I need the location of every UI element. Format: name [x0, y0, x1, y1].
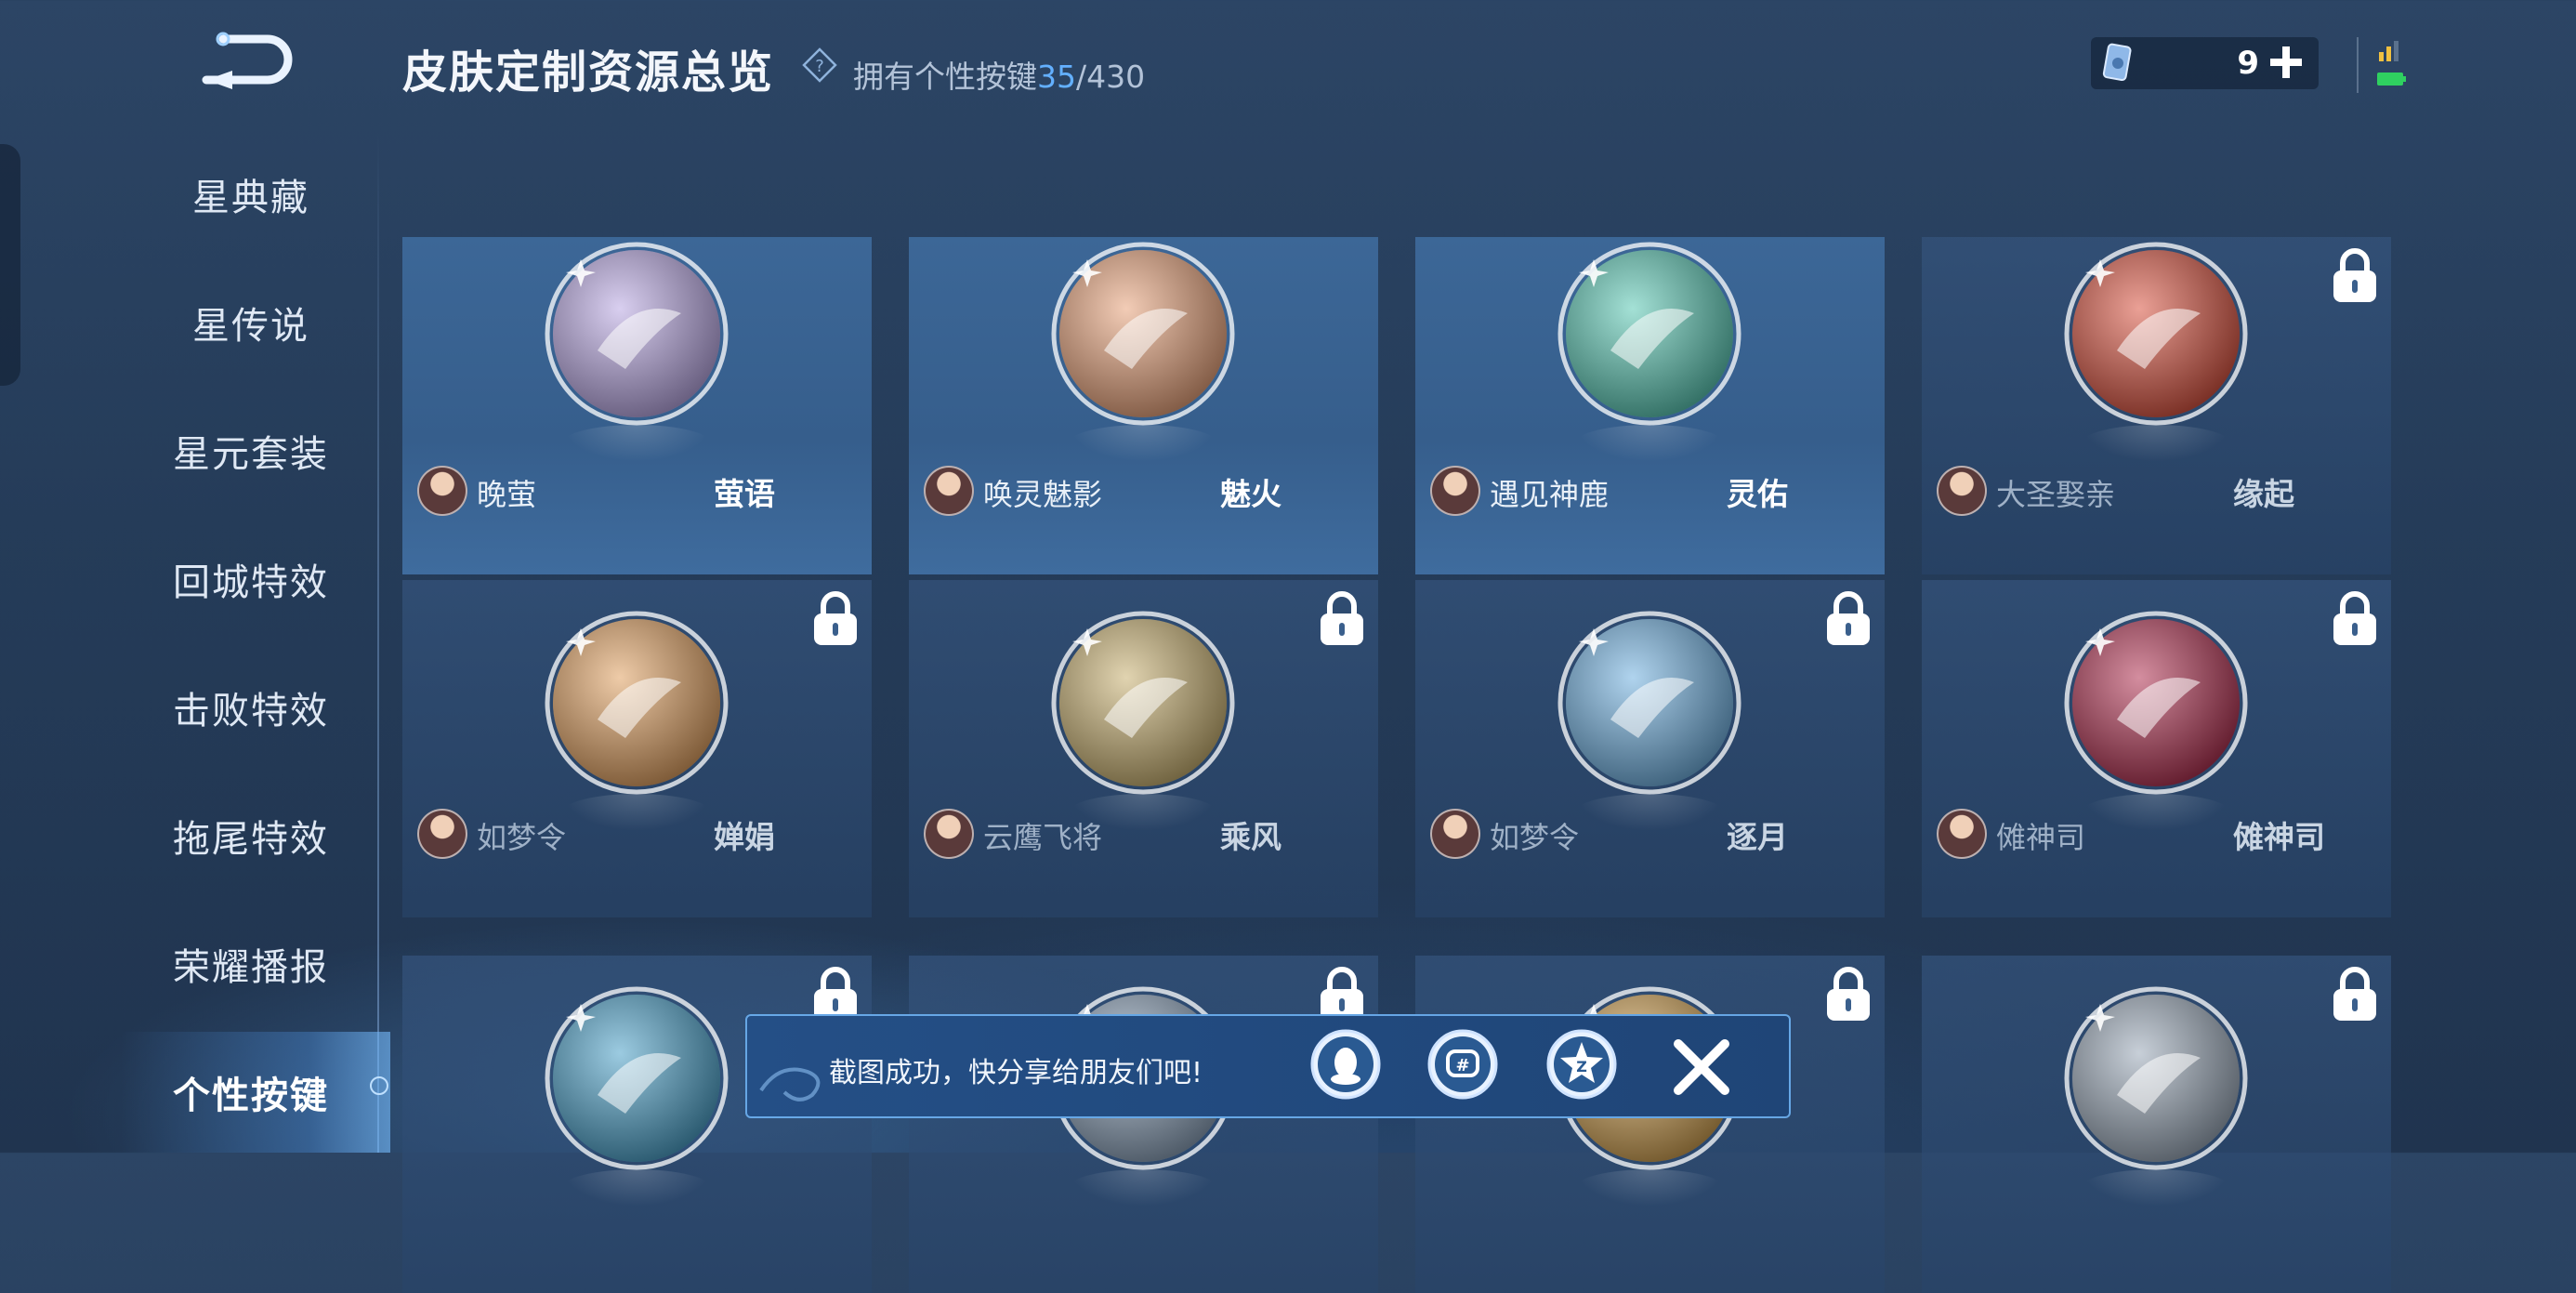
sidebar-item-star-suit[interactable]: 星元套装: [139, 424, 362, 478]
skin-name: 傩神司: [1996, 820, 2086, 855]
svg-text:Z: Z: [1576, 1058, 1587, 1075]
skin-button-card[interactable]: [909, 956, 1378, 1293]
button-emblem-icon: [1557, 611, 1741, 795]
svg-text:#: #: [1455, 1056, 1469, 1075]
emblem-reflection: [2082, 1169, 2230, 1207]
button-emblem-icon: [545, 986, 729, 1170]
svg-text:?: ?: [815, 57, 824, 76]
sidebar-item-trail-effect[interactable]: 拖尾特效: [139, 809, 362, 863]
sidebar-item-recall-effect[interactable]: 回城特效: [139, 552, 362, 606]
skin-button-card[interactable]: 如梦令 逐月: [1415, 580, 1885, 917]
emblem-reflection: [562, 425, 711, 462]
emblem-reflection: [562, 1169, 711, 1207]
hero-avatar: [1937, 466, 1987, 516]
sidebar-item-star-collection[interactable]: 星典藏: [139, 167, 362, 221]
skin-name: 大圣娶亲: [1996, 477, 2116, 512]
lock-icon: [1827, 967, 1870, 1021]
left-edge-tab[interactable]: [0, 144, 20, 386]
skin-button-card[interactable]: [1415, 956, 1885, 1293]
button-effect-name: 萤语: [714, 476, 775, 512]
back-button[interactable]: [195, 28, 307, 93]
add-currency-icon[interactable]: [2267, 43, 2306, 82]
button-effect-name: 灵佑: [1727, 476, 1788, 512]
skin-button-card[interactable]: [1922, 956, 2391, 1293]
skin-name: 如梦令: [1490, 820, 1580, 855]
wechat-share-icon[interactable]: #: [1426, 1027, 1500, 1102]
button-effect-name: 逐月: [1727, 819, 1788, 855]
sidebar-divider: [377, 130, 379, 1153]
toast-message: 截图成功，快分享给朋友们吧!: [829, 1057, 1203, 1089]
skin-name: 遇见神鹿: [1490, 477, 1610, 512]
lock-icon: [2333, 591, 2376, 645]
skin-name: 如梦令: [477, 820, 567, 855]
button-emblem-icon: [545, 242, 729, 426]
swirl-decoration-icon: [759, 1067, 821, 1102]
button-effect-name: 魅火: [1220, 476, 1281, 512]
signal-battery-icon: [2357, 37, 2406, 93]
currency-amount: 9: [2237, 45, 2259, 82]
sidebar-item-star-legend[interactable]: 星传说: [139, 296, 362, 350]
emblem-reflection: [1069, 1169, 1217, 1207]
page-title: 皮肤定制资源总览: [402, 46, 775, 99]
button-effect-name: 婵娟: [714, 819, 775, 855]
emblem-reflection: [1575, 425, 1724, 462]
button-effect-name: 乘风: [1220, 819, 1281, 855]
skin-name: 唤灵魅影: [983, 477, 1103, 512]
sidebar-item-glory-broadcast[interactable]: 荣耀播报: [139, 937, 362, 991]
share-toast: 截图成功，快分享给朋友们吧! # Z: [745, 1014, 1791, 1118]
button-emblem-icon: [1051, 611, 1235, 795]
lock-icon: [2333, 248, 2376, 302]
skin-button-card[interactable]: 大圣娶亲 缘起: [1922, 237, 2391, 574]
button-effect-name: 傩神司: [2233, 819, 2325, 855]
button-emblem-icon: [1051, 242, 1235, 426]
emblem-reflection: [2082, 794, 2230, 831]
lock-icon: [1827, 591, 1870, 645]
button-emblem-icon: [545, 611, 729, 795]
skin-name: 晚萤: [477, 477, 537, 512]
hero-avatar: [417, 809, 467, 859]
hero-avatar: [1430, 809, 1480, 859]
currency-panel: 9: [2091, 37, 2319, 89]
hero-avatar: [1937, 809, 1987, 859]
lock-icon: [814, 591, 857, 645]
owned-keys-counter: 拥有个性按键35/430: [853, 52, 1145, 97]
hero-avatar: [924, 466, 974, 516]
sidebar-item-defeat-effect[interactable]: 击败特效: [139, 680, 362, 734]
button-emblem-icon: [2064, 242, 2248, 426]
owned-label: 拥有个性按键: [853, 59, 1037, 95]
skin-button-card[interactable]: 唤灵魅影 魅火: [909, 237, 1378, 574]
button-emblem-icon: [2064, 611, 2248, 795]
skin-name: 云鹰飞将: [983, 820, 1103, 855]
skin-button-card[interactable]: 遇见神鹿 灵佑: [1415, 237, 1885, 574]
owned-total: /430: [1076, 59, 1146, 95]
button-emblem-icon: [1557, 242, 1741, 426]
button-effect-name: 缘起: [2233, 476, 2294, 512]
skin-button-card[interactable]: 如梦令 婵娟: [402, 580, 872, 917]
coupon-icon: [2102, 43, 2132, 82]
lock-icon: [2333, 967, 2376, 1021]
emblem-reflection: [2082, 425, 2230, 462]
button-emblem-icon: [2064, 986, 2248, 1170]
hero-avatar: [417, 466, 467, 516]
lock-icon: [1321, 591, 1363, 645]
back-arrow-icon: [202, 32, 293, 89]
qzone-share-icon[interactable]: Z: [1544, 1027, 1619, 1102]
sidebar-item-custom-buttons[interactable]: 个性按键: [139, 1065, 362, 1119]
owned-count: 35: [1037, 59, 1076, 95]
close-toast-icon[interactable]: [1667, 1033, 1736, 1102]
hero-avatar: [924, 809, 974, 859]
emblem-reflection: [1575, 794, 1724, 831]
help-icon[interactable]: ?: [801, 46, 838, 84]
emblem-reflection: [1069, 425, 1217, 462]
skin-button-card[interactable]: 云鹰飞将 乘风: [909, 580, 1378, 917]
emblem-reflection: [1575, 1169, 1724, 1207]
qq-share-icon[interactable]: [1308, 1027, 1383, 1102]
skin-button-card[interactable]: [402, 956, 872, 1293]
hero-avatar: [1430, 466, 1480, 516]
skin-button-card[interactable]: 傩神司 傩神司: [1922, 580, 2391, 917]
emblem-reflection: [562, 794, 711, 831]
active-item-indicator: [370, 1076, 388, 1095]
skin-button-card[interactable]: 晚萤 萤语: [402, 237, 872, 574]
